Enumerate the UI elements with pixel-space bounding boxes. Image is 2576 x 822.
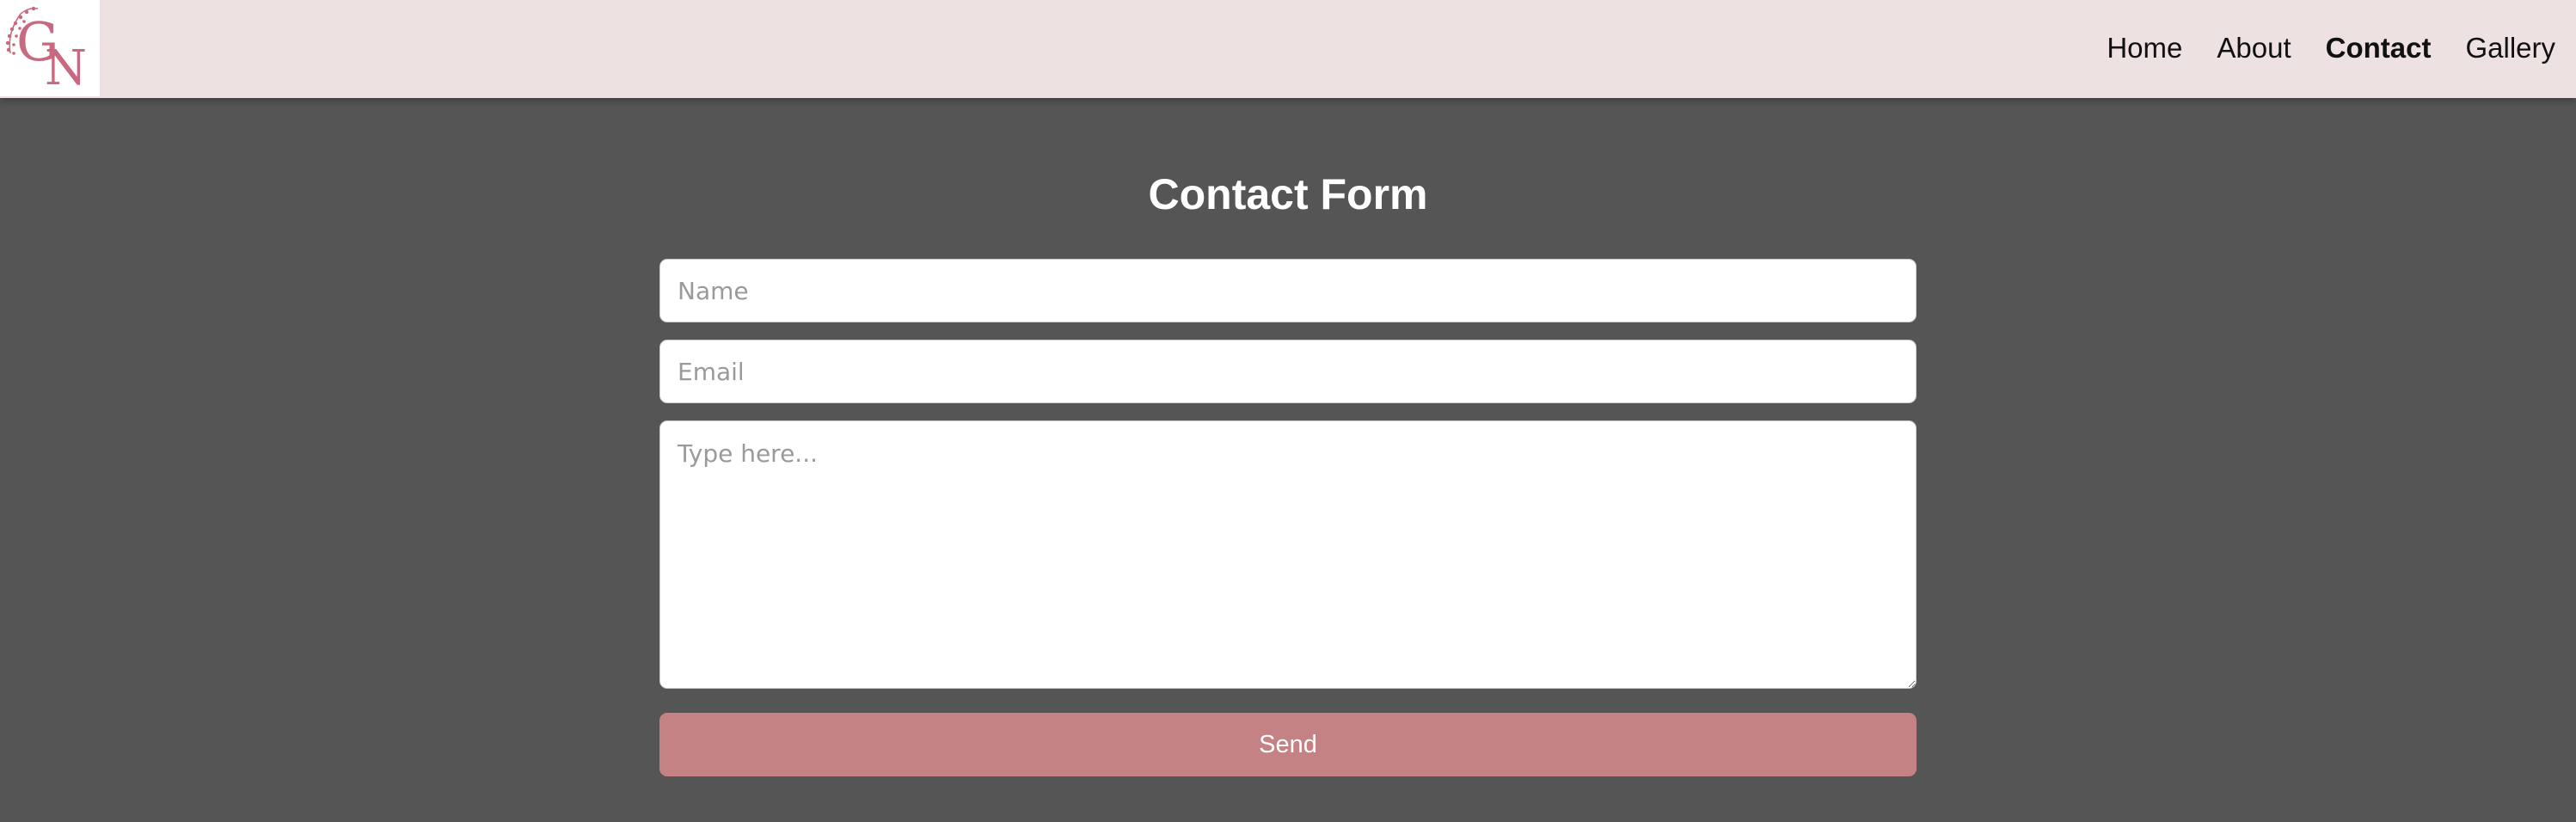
site-logo[interactable]: G N — [0, 0, 100, 96]
nav-link-home[interactable]: Home — [2107, 32, 2182, 64]
email-input[interactable] — [659, 340, 1917, 403]
nav-link-gallery[interactable]: Gallery — [2465, 32, 2555, 64]
svg-text:N: N — [45, 40, 87, 96]
logo-monogram-icon: G N — [5, 6, 87, 96]
contact-section: Contact Form Send — [0, 98, 2576, 820]
main-nav: Home About Contact Gallery — [2107, 0, 2555, 96]
nav-link-contact[interactable]: Contact — [2326, 32, 2432, 64]
nav-link-about[interactable]: About — [2217, 32, 2291, 64]
send-button[interactable]: Send — [659, 713, 1917, 776]
site-header: G N Home About Contact Gallery — [0, 0, 2576, 98]
message-textarea[interactable] — [659, 420, 1917, 689]
name-input[interactable] — [659, 259, 1917, 322]
page-title: Contact Form — [1148, 170, 1428, 218]
